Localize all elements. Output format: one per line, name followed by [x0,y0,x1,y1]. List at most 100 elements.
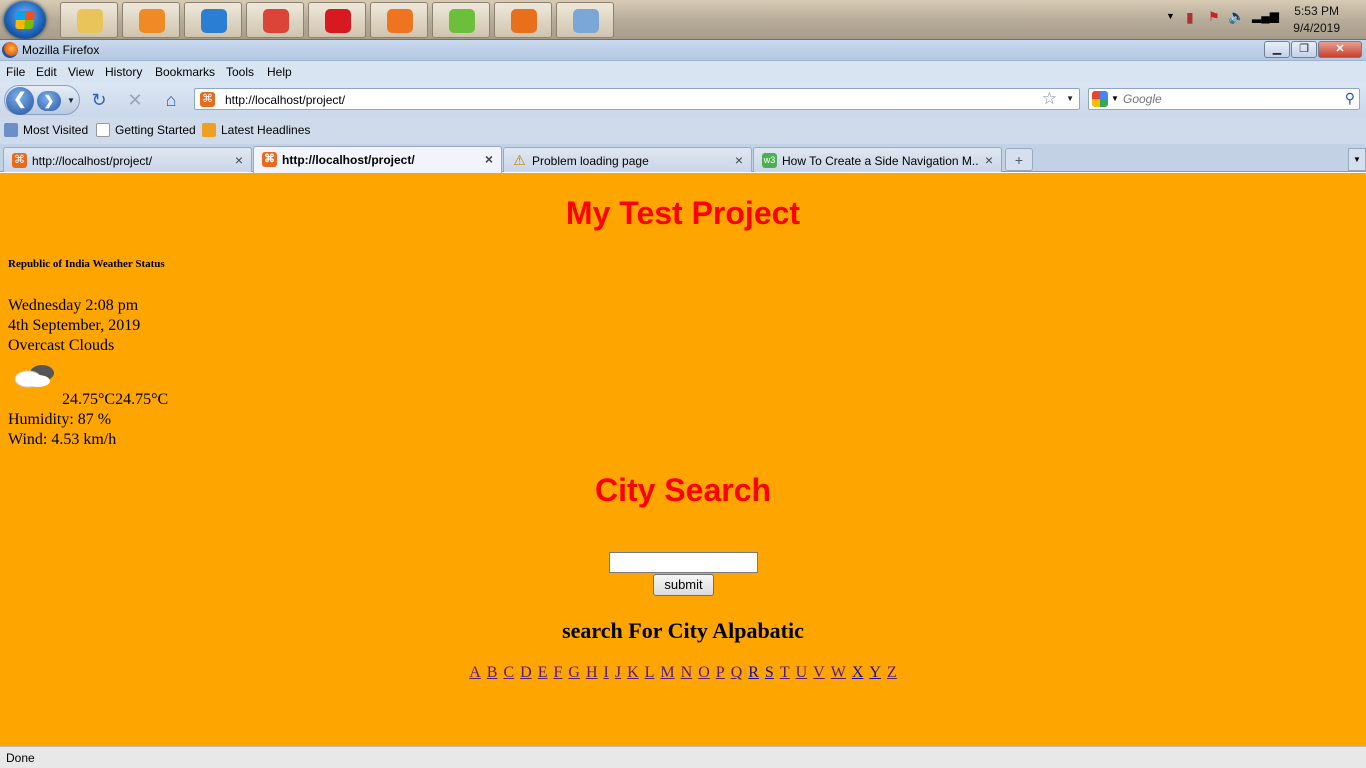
network-icon[interactable]: ▮ [1186,9,1194,26]
chrome-taskbar-button[interactable] [246,2,304,38]
letter-link-d[interactable]: D [520,664,532,681]
menu-edit[interactable]: Edit [36,65,57,79]
search-icon[interactable]: ⚲ [1345,90,1355,107]
tab-2-active[interactable]: ⌘ http://localhost/project/ × [253,146,502,173]
letter-link-u[interactable]: U [796,664,808,681]
history-dropdown-icon[interactable]: ▼ [67,96,75,105]
system-tray: ▼ ▮ ⚑ 🔈 ▂▄▆ 5:53 PM 9/4/2019 [1136,0,1366,40]
most-visited-icon [4,123,18,137]
letter-link-q[interactable]: Q [731,664,743,681]
volume-icon[interactable]: 🔈 [1228,8,1245,25]
engine-dropdown-icon[interactable]: ▼ [1111,94,1119,103]
submit-button[interactable]: submit [653,574,714,596]
start-button[interactable] [4,1,46,39]
reload-icon[interactable]: ↻ [88,90,110,112]
letter-link-k[interactable]: K [627,664,639,681]
xampp-taskbar-button[interactable] [370,2,428,38]
menu-tools[interactable]: Tools [226,65,254,79]
alphabetic-search-title: search For City Alpabatic [562,618,804,643]
page-content: My Test Project Republic of India Weathe… [0,173,1366,746]
explorer-taskbar-button[interactable] [60,2,118,38]
google-engine-icon[interactable] [1092,91,1108,107]
firefox-taskbar-button[interactable] [494,2,552,38]
internet-explorer-taskbar-button[interactable] [184,2,242,38]
letter-link-h[interactable]: H [586,664,598,681]
weather-date: 4th September, 2019 [8,317,141,334]
weather-temperature: 24.75°C24.75°C [62,391,169,408]
letter-link-y[interactable]: Y [869,664,881,681]
navigation-toolbar: ❮ ❯ ▼ ↻ ✕ ⌂ ⌘ http://localhost/project/ … [0,83,1366,117]
tab-4[interactable]: w3 How To Create a Side Navigation M... … [753,147,1002,172]
letter-link-l[interactable]: L [645,664,655,681]
home-icon[interactable]: ⌂ [160,90,182,112]
paint-taskbar-button[interactable] [556,2,614,38]
forward-button[interactable]: ❯ [37,91,61,111]
page-icon [96,123,110,137]
letter-link-o[interactable]: O [698,664,710,681]
weather-humidity: Humidity: 87 % [8,411,112,428]
new-tab-button[interactable]: + [1005,148,1033,171]
flag-icon[interactable]: ⚑ [1208,9,1220,25]
letter-link-b[interactable]: B [487,664,498,681]
menu-history[interactable]: History [105,65,142,79]
letter-link-a[interactable]: A [469,664,481,681]
letter-link-j[interactable]: J [615,664,621,681]
letter-link-m[interactable]: M [660,664,674,681]
city-search-input[interactable] [609,552,758,573]
windows-logo-icon [15,11,35,29]
bookmark-latest-headlines[interactable]: Latest Headlines [202,123,310,137]
letter-link-i[interactable]: I [604,664,609,681]
clock-date: 9/4/2019 [1293,21,1340,35]
letter-link-c[interactable]: C [503,664,514,681]
letter-link-p[interactable]: P [716,664,725,681]
menu-bookmarks[interactable]: Bookmarks [155,65,215,79]
close-button[interactable]: ✕ [1318,41,1362,58]
search-bar: ▼ ⚲ [1088,88,1360,110]
letter-link-s[interactable]: S [765,664,774,681]
tab-close-icon[interactable]: × [235,152,243,168]
restore-button[interactable]: ❐ [1291,41,1317,58]
search-input[interactable] [1123,91,1333,107]
window-title: Mozilla Firefox [22,43,100,57]
clock[interactable]: 5:53 PM 9/4/2019 [1293,3,1340,37]
notepad-plus-icon [449,9,475,33]
back-button[interactable]: ❮ [6,87,34,115]
bookmark-most-visited[interactable]: Most Visited [4,123,88,137]
menu-view[interactable]: View [68,65,94,79]
letter-link-f[interactable]: F [553,664,562,681]
menu-file[interactable]: File [6,65,25,79]
signal-icon[interactable]: ▂▄▆ [1252,9,1279,23]
tray-expand-icon[interactable]: ▼ [1166,11,1175,21]
stop-icon[interactable]: ✕ [124,90,146,112]
firefox-icon [2,42,18,58]
minimize-button[interactable]: ▁ [1264,41,1290,58]
internet-explorer-icon [201,9,227,33]
opera-taskbar-button[interactable] [308,2,366,38]
list-all-tabs-button[interactable]: ▼ [1348,148,1366,171]
bookmark-star-icon[interactable]: ☆ [1042,89,1057,109]
tab-3[interactable]: ⚠ Problem loading page × [503,147,752,172]
letter-link-v[interactable]: V [813,664,825,681]
letter-link-z[interactable]: Z [887,664,897,681]
media-player-taskbar-button[interactable] [122,2,180,38]
bookmark-getting-started[interactable]: Getting Started [96,123,196,137]
tab-close-icon[interactable]: × [485,151,493,167]
notepad-plus-taskbar-button[interactable] [432,2,490,38]
weather-condition: Overcast Clouds [8,337,115,354]
address-bar[interactable]: ⌘ http://localhost/project/ ☆ ▼ [194,88,1080,110]
address-url[interactable]: http://localhost/project/ [225,93,345,107]
letter-link-e[interactable]: E [538,664,548,681]
menu-help[interactable]: Help [267,65,292,79]
letter-link-g[interactable]: G [568,664,580,681]
tab-close-icon[interactable]: × [985,152,993,168]
tab-close-icon[interactable]: × [735,152,743,168]
tab-1[interactable]: ⌘ http://localhost/project/ × [3,147,252,172]
status-text: Done [6,751,35,765]
letter-link-r[interactable]: R [748,664,759,681]
tab-bar: ⌘ http://localhost/project/ × ⌘ http://l… [0,144,1366,173]
letter-link-t[interactable]: T [780,664,790,681]
letter-link-x[interactable]: X [852,664,864,681]
letter-link-w[interactable]: W [831,664,846,681]
letter-link-n[interactable]: N [681,664,693,681]
address-dropdown-icon[interactable]: ▼ [1066,94,1074,103]
